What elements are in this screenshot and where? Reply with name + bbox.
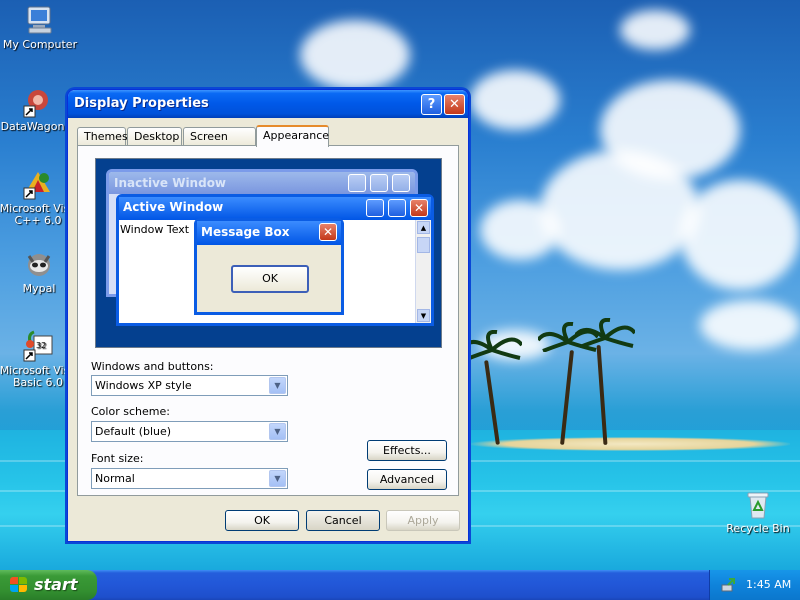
- preview-maximize-icon: [388, 199, 406, 217]
- preview-message-title: Message Box: [201, 225, 290, 239]
- preview-active-title: Active Window: [123, 200, 224, 214]
- close-button[interactable]: ✕: [444, 94, 465, 115]
- color-scheme-select[interactable]: Default (blue) ▼: [91, 421, 288, 442]
- preview-scroll-thumb: [417, 237, 430, 253]
- desktop-icon-my-computer[interactable]: My Computer: [0, 4, 80, 51]
- preview-scroll-down-icon: ▼: [417, 309, 430, 322]
- preview-maximize-icon: [370, 174, 388, 192]
- preview-close-icon: [392, 174, 410, 192]
- preview-inactive-title: Inactive Window: [114, 176, 227, 190]
- font-size-value: Normal: [95, 472, 135, 485]
- preview-minimize-icon: [348, 174, 366, 192]
- island: [470, 437, 790, 451]
- ok-button[interactable]: OK: [225, 510, 299, 531]
- recycle-bin-icon: [742, 488, 774, 520]
- effects-button[interactable]: Effects...: [367, 440, 447, 461]
- window-title: Display Properties: [74, 96, 209, 111]
- mypal-icon: [23, 248, 55, 280]
- system-tray: 1:45 AM: [709, 570, 800, 600]
- taskbar: start 1:45 AM: [0, 570, 800, 600]
- tab-screen-saver[interactable]: Screen Saver: [183, 127, 256, 156]
- tab-themes[interactable]: Themes: [77, 127, 128, 146]
- preview-minimize-icon: [366, 199, 384, 217]
- svg-text:32: 32: [36, 341, 46, 350]
- visual-basic-icon: 32: [22, 330, 54, 362]
- close-icon: ✕: [449, 97, 460, 112]
- desktop-icon-recycle-bin[interactable]: Recycle Bin: [718, 488, 798, 535]
- help-icon: ?: [427, 97, 436, 112]
- preview-window-text: Window Text: [120, 223, 190, 236]
- cancel-button[interactable]: Cancel: [306, 510, 380, 531]
- visual-cpp-icon: [22, 168, 54, 200]
- color-scheme-label: Color scheme:: [91, 405, 170, 418]
- chevron-down-icon[interactable]: ▼: [269, 377, 286, 394]
- appearance-preview: Inactive Window Active Window ✕ Window T…: [95, 158, 442, 348]
- windows-buttons-value: Windows XP style: [95, 379, 192, 392]
- appearance-tab-panel: Inactive Window Active Window ✕ Window T…: [77, 145, 459, 496]
- shortcut-icon: [22, 86, 54, 118]
- start-label: start: [34, 575, 78, 594]
- preview-inactive-titlebar: Inactive Window: [109, 172, 415, 194]
- clock[interactable]: 1:45 AM: [746, 578, 791, 591]
- help-button[interactable]: ?: [421, 94, 442, 115]
- window-titlebar[interactable]: Display Properties ? ✕: [68, 90, 468, 118]
- display-properties-window: Display Properties ? ✕ Themes Desktop Sc…: [67, 89, 469, 542]
- computer-icon: [24, 4, 56, 36]
- windows-buttons-select[interactable]: Windows XP style ▼: [91, 375, 288, 396]
- preview-scrollbar: ▲ ▼: [415, 220, 431, 323]
- chevron-down-icon[interactable]: ▼: [269, 470, 286, 487]
- font-size-label: Font size:: [91, 452, 144, 465]
- chevron-down-icon[interactable]: ▼: [269, 423, 286, 440]
- apply-button[interactable]: Apply: [386, 510, 460, 531]
- color-scheme-value: Default (blue): [95, 425, 172, 438]
- preview-close-icon: ✕: [410, 199, 428, 217]
- tab-desktop[interactable]: Desktop: [127, 127, 182, 146]
- start-button[interactable]: start: [0, 570, 97, 600]
- palm-tree-icon: [462, 330, 522, 360]
- safely-remove-hardware-icon[interactable]: [720, 577, 736, 593]
- preview-scroll-up-icon: ▲: [417, 221, 430, 234]
- advanced-button[interactable]: Advanced: [367, 469, 447, 490]
- palm-tree-icon: [575, 318, 635, 348]
- tab-appearance[interactable]: Appearance: [256, 125, 329, 147]
- windows-logo-icon: [10, 577, 28, 593]
- preview-close-icon: ✕: [319, 223, 337, 241]
- windows-buttons-label: Windows and buttons:: [91, 360, 214, 373]
- preview-active-titlebar: Active Window ✕: [119, 197, 431, 220]
- font-size-select[interactable]: Normal ▼: [91, 468, 288, 489]
- preview-message-box: Message Box ✕ OK: [194, 218, 344, 315]
- preview-message-titlebar: Message Box ✕: [197, 221, 341, 245]
- preview-ok-button: OK: [231, 265, 309, 293]
